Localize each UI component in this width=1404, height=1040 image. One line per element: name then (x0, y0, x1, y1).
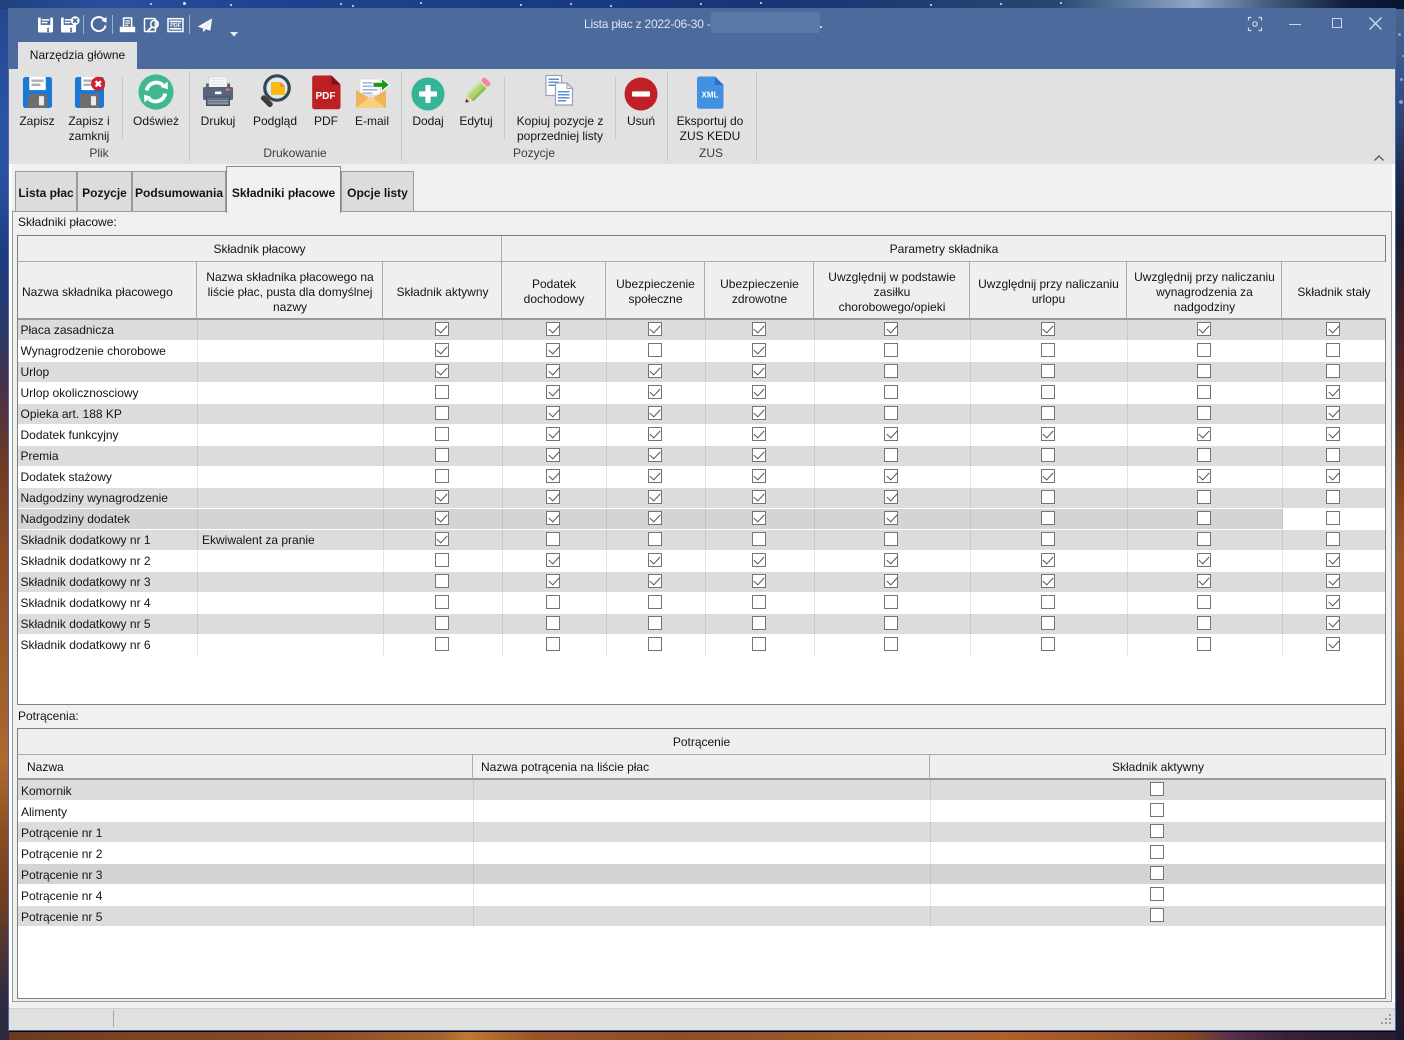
svg-text:PDF: PDF (315, 91, 335, 102)
svg-text:XML: XML (701, 91, 718, 100)
svg-text:PDF: PDF (170, 23, 181, 29)
